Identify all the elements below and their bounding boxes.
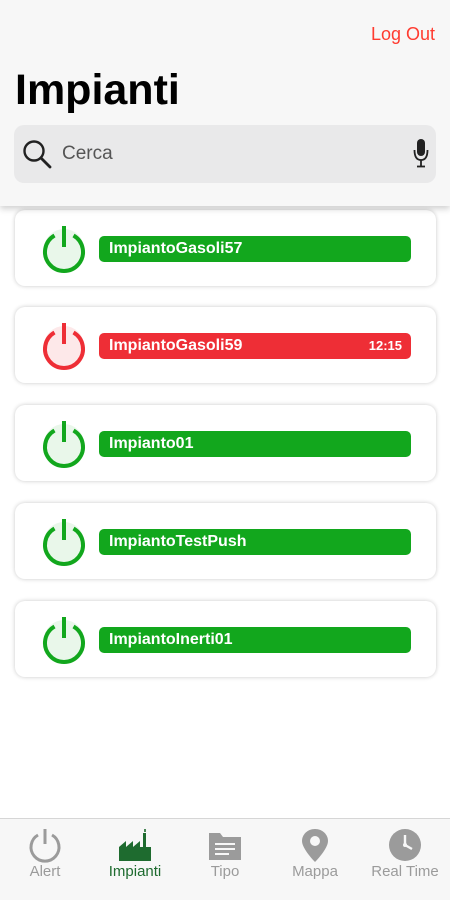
plant-card[interactable]: ImpiantoGasoli59 12:15 [15, 307, 436, 383]
tab-label: Real Time [371, 863, 439, 880]
plant-name: ImpiantoTestPush [109, 533, 247, 550]
power-icon [43, 226, 85, 273]
plant-status-bar: ImpiantoGasoli57 [99, 236, 411, 262]
power-icon [43, 617, 85, 664]
folder-icon [209, 833, 241, 860]
tab-label: Tipo [210, 863, 240, 880]
plant-card[interactable]: Impianto01 [15, 405, 436, 481]
tab-real-time[interactable]: Real Time [360, 819, 450, 900]
tab-label: Mappa [292, 863, 338, 880]
search-bar[interactable] [14, 125, 436, 183]
plant-card[interactable]: ImpiantoInerti01 [15, 601, 436, 677]
search-icon [23, 140, 52, 169]
factory-icon [119, 829, 151, 861]
plant-name: ImpiantoInerti01 [109, 631, 233, 648]
logout-button[interactable]: Log Out [371, 24, 435, 45]
power-icon [43, 323, 85, 370]
plant-card[interactable]: ImpiantoTestPush [15, 503, 436, 579]
plant-status-bar: ImpiantoTestPush [99, 529, 411, 555]
plant-status-bar: ImpiantoInerti01 [99, 627, 411, 653]
microphone-icon[interactable] [412, 136, 430, 170]
search-input[interactable] [62, 139, 382, 169]
plant-name: ImpiantoGasoli57 [109, 240, 243, 257]
plant-status-bar: ImpiantoGasoli59 12:15 [99, 333, 411, 359]
alert-time: 12:15 [368, 338, 402, 353]
clock-icon [389, 829, 421, 861]
plant-card[interactable]: ImpiantoGasoli57 [15, 210, 436, 286]
tab-alert[interactable]: Alert [0, 819, 90, 900]
navigation-header: Log Out Impianti [0, 0, 450, 206]
tab-impianti[interactable]: Impianti [90, 819, 180, 900]
power-icon [43, 421, 85, 468]
map-pin-icon [302, 829, 328, 862]
power-icon [43, 519, 85, 566]
page-title: Impianti [15, 66, 180, 114]
tab-mappa[interactable]: Mappa [270, 819, 360, 900]
tab-label: Impianti [108, 863, 162, 880]
tab-tipo[interactable]: Tipo [180, 819, 270, 900]
power-icon [29, 829, 61, 863]
plant-name: Impianto01 [109, 435, 194, 452]
plant-status-bar: Impianto01 [99, 431, 411, 457]
tab-label: Alert [29, 863, 61, 880]
plant-name: ImpiantoGasoli59 [109, 337, 243, 354]
tab-bar: Alert Impianti Tipo Mappa Real Time [0, 818, 450, 900]
